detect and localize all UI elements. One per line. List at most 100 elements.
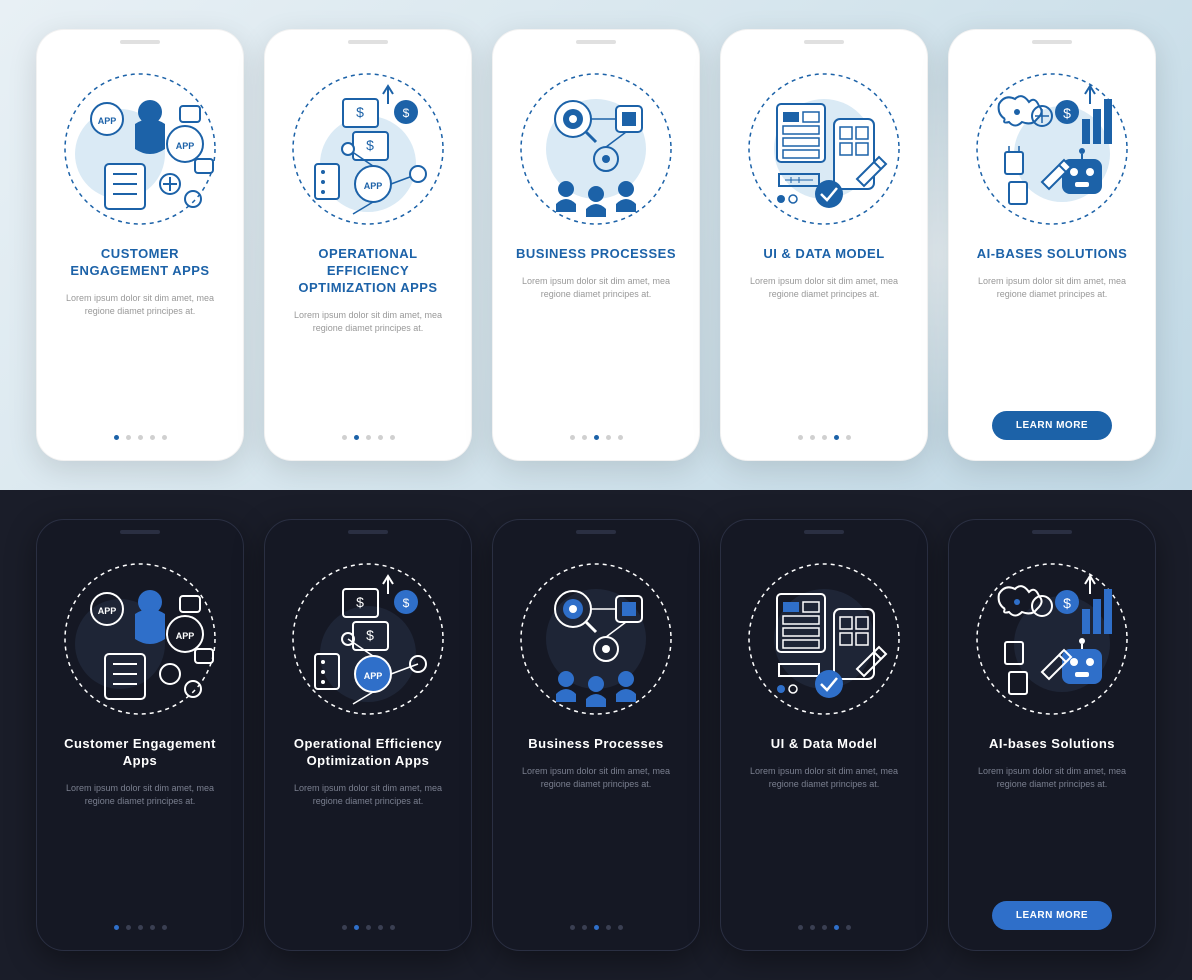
card-title: OPERATIONAL EFFICIENCY OPTIMIZATION APPS (279, 246, 457, 297)
dot[interactable] (138, 435, 143, 440)
card-title: UI & Data Model (771, 736, 877, 753)
pagination-dots (114, 925, 167, 930)
dot[interactable] (798, 925, 803, 930)
dot[interactable] (126, 925, 131, 930)
card-description: Lorem ipsum dolor sit dim amet, mea regi… (279, 309, 457, 336)
card-title: UI & DATA MODEL (763, 246, 884, 263)
dot[interactable] (810, 925, 815, 930)
dot[interactable] (342, 925, 347, 930)
svg-text:APP: APP (176, 631, 195, 641)
pagination-dots (570, 435, 623, 440)
dot[interactable] (822, 925, 827, 930)
card-description: Lorem ipsum dolor sit dim amet, mea regi… (507, 275, 685, 302)
svg-text:APP: APP (98, 116, 117, 126)
dot[interactable] (390, 435, 395, 440)
svg-text:$: $ (366, 137, 374, 153)
svg-text:$: $ (403, 106, 410, 120)
card-description: Lorem ipsum dolor sit dim amet, mea regi… (735, 275, 913, 302)
learn-more-button[interactable]: LEARN MORE (992, 901, 1112, 930)
dot[interactable] (570, 925, 575, 930)
onboarding-card-customer-engagement: APPAPP Customer Engagement Apps Lorem ip… (36, 519, 244, 951)
dot[interactable] (150, 435, 155, 440)
dot[interactable] (618, 435, 623, 440)
pagination-dots (342, 925, 395, 930)
onboarding-card-ai-solutions: $ AI-bases Solutions Lorem ipsum dolor s… (948, 519, 1156, 951)
ui-data-model-icon (739, 554, 909, 724)
onboarding-card-operational-efficiency: $ $ $ APP OPERATIONAL EFFICIENCY OPTIMIZATI… (264, 29, 472, 461)
onboarding-card-ui-data-model: UI & Data Model Lorem ipsum dolor sit di… (720, 519, 928, 951)
onboarding-card-ai-solutions: $ AI-BASES SOLUTIONS Lorem ipsum dolor s… (948, 29, 1156, 461)
dot[interactable] (162, 435, 167, 440)
dot[interactable] (150, 925, 155, 930)
card-title: Customer Engagement Apps (51, 736, 229, 770)
dot[interactable] (846, 435, 851, 440)
dot[interactable] (138, 925, 143, 930)
dot[interactable] (594, 925, 599, 930)
onboarding-card-ui-data-model: UI & DATA MODEL Lorem ipsum dolor sit di… (720, 29, 928, 461)
onboarding-card-customer-engagement: APP APP CUSTOMER ENGAGEMENT APPS Lorem ip… (36, 29, 244, 461)
ai-solutions-icon: $ (967, 554, 1137, 724)
dot[interactable] (618, 925, 623, 930)
dot[interactable] (594, 435, 599, 440)
operational-efficiency-icon: $ $ $ APP (283, 64, 453, 234)
dot[interactable] (582, 925, 587, 930)
onboarding-card-business-processes: BUSINESS PROCESSES Lorem ipsum dolor sit… (492, 29, 700, 461)
card-title: AI-BASES SOLUTIONS (977, 246, 1128, 263)
svg-text:$: $ (403, 596, 410, 610)
dot[interactable] (798, 435, 803, 440)
dot[interactable] (834, 435, 839, 440)
svg-text:$: $ (366, 627, 374, 643)
ui-data-model-icon (739, 64, 909, 234)
svg-text:$: $ (356, 104, 364, 120)
card-title: CUSTOMER ENGAGEMENT APPS (51, 246, 229, 280)
card-title: BUSINESS PROCESSES (516, 246, 676, 263)
svg-text:APP: APP (176, 141, 195, 151)
dot[interactable] (378, 435, 383, 440)
card-description: Lorem ipsum dolor sit dim amet, mea regi… (963, 765, 1141, 792)
dot[interactable] (126, 435, 131, 440)
svg-text:APP: APP (98, 606, 117, 616)
ai-solutions-icon: $ (967, 64, 1137, 234)
dot[interactable] (354, 925, 359, 930)
onboarding-card-operational-efficiency: $ $ $ APP Operational Efficiency Optimizati… (264, 519, 472, 951)
operational-efficiency-icon: $ $ $ APP (283, 554, 453, 724)
dot[interactable] (366, 925, 371, 930)
pagination-dots (342, 435, 395, 440)
card-description: Lorem ipsum dolor sit dim amet, mea regi… (507, 765, 685, 792)
dot[interactable] (606, 925, 611, 930)
customer-engagement-icon: APP APP (55, 554, 225, 724)
pagination-dots (798, 435, 851, 440)
dot[interactable] (354, 435, 359, 440)
dot[interactable] (834, 925, 839, 930)
dot[interactable] (390, 925, 395, 930)
dot[interactable] (606, 435, 611, 440)
dot[interactable] (114, 925, 119, 930)
card-description: Lorem ipsum dolor sit dim amet, mea regi… (51, 292, 229, 319)
card-title: Operational Efficiency Optimization Apps (279, 736, 457, 770)
dot[interactable] (846, 925, 851, 930)
dot[interactable] (378, 925, 383, 930)
pagination-dots (570, 925, 623, 930)
svg-text:$: $ (356, 594, 364, 610)
pagination-dots (114, 435, 167, 440)
card-title: AI-bases Solutions (989, 736, 1115, 753)
customer-engagement-icon: APP APP (55, 64, 225, 234)
card-description: Lorem ipsum dolor sit dim amet, mea regi… (735, 765, 913, 792)
card-description: Lorem ipsum dolor sit dim amet, mea regi… (279, 782, 457, 809)
svg-text:$: $ (1063, 595, 1071, 611)
dot[interactable] (162, 925, 167, 930)
dot[interactable] (810, 435, 815, 440)
onboarding-card-business-processes: Business Processes Lorem ipsum dolor sit… (492, 519, 700, 951)
dot[interactable] (342, 435, 347, 440)
light-section: APP APP CUSTOMER ENGAGEMENT APPS Lorem ip… (0, 0, 1192, 490)
dot[interactable] (570, 435, 575, 440)
svg-text:APP: APP (364, 181, 383, 191)
dot[interactable] (366, 435, 371, 440)
card-title: Business Processes (528, 736, 663, 753)
dot[interactable] (822, 435, 827, 440)
dot[interactable] (582, 435, 587, 440)
business-processes-icon (511, 64, 681, 234)
dot[interactable] (114, 435, 119, 440)
learn-more-button[interactable]: LEARN MORE (992, 411, 1112, 440)
svg-text:APP: APP (364, 671, 383, 681)
